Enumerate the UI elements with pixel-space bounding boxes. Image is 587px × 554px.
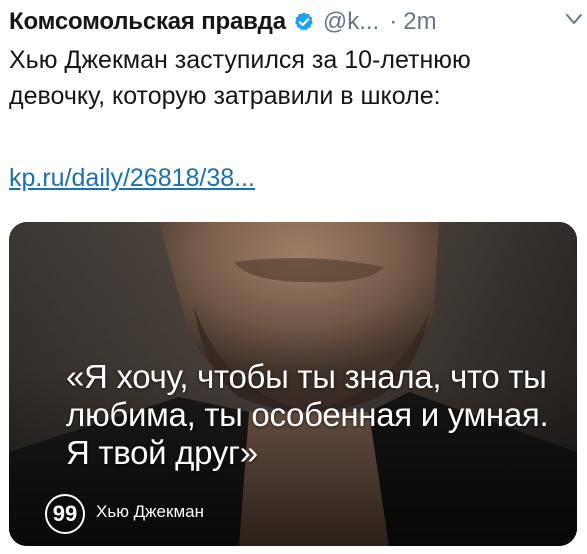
tweet-link[interactable]: kp.ru/daily/26818/38... — [9, 161, 255, 195]
quote-icon: 99 — [45, 494, 85, 534]
tweet-text: Хью Джекман заступился за 10-летнюю дево… — [9, 46, 471, 110]
tweet-header: Комсомольская правда @k... · 2m — [9, 2, 581, 42]
separator-dot: · — [389, 8, 398, 35]
tweet-timestamp[interactable]: 2m — [403, 8, 436, 36]
chevron-down-icon[interactable] — [565, 12, 583, 26]
media-card[interactable]: «Я хочу, чтобы ты знала, что ты любима, … — [9, 222, 577, 546]
quote-text: «Я хочу, чтобы ты знала, что ты любима, … — [66, 358, 549, 471]
verified-badge-icon — [294, 12, 313, 31]
author-name[interactable]: Комсомольская правда — [9, 8, 286, 36]
author-handle[interactable]: @k... — [323, 8, 379, 36]
quote-attribution: Хью Джекман — [96, 502, 204, 521]
tweet[interactable]: Комсомольская правда @k... · 2m Хью Джек… — [0, 0, 587, 554]
